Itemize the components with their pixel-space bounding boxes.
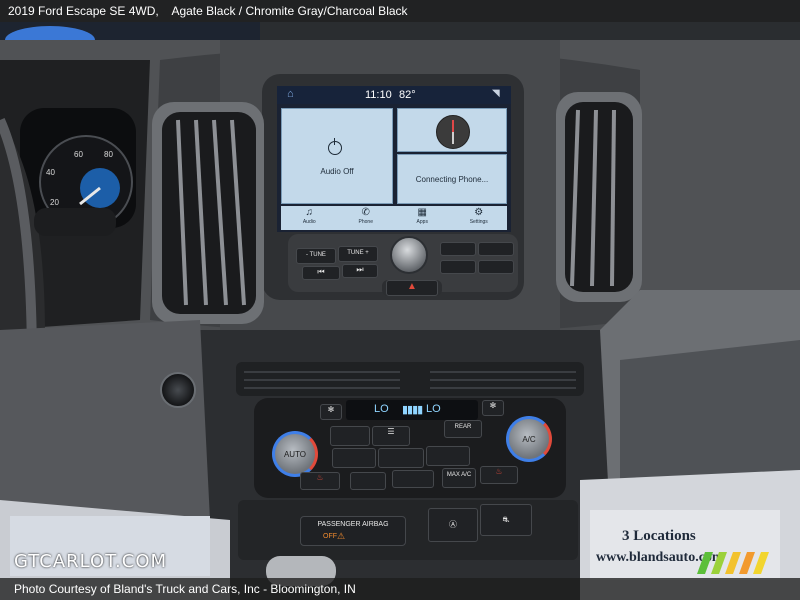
climate-display: LO ▮▮▮▮ LO [346,400,478,420]
rear-defrost-button[interactable]: REAR [444,420,482,438]
screen-status-bar: ⌂ 11:10 82° ◥ [277,86,511,104]
auto-knob-label: AUTO [283,450,307,459]
preset-button[interactable] [478,242,514,256]
auto-start-stop-icon: Ⓐ [449,520,457,529]
heated-seat-right-button[interactable]: ♨ [480,466,518,484]
phone-tile-label: Connecting Phone... [415,175,489,184]
nav-audio-label: Audio [302,219,316,225]
tune-up-label: TUNE + [347,250,369,256]
recirculate-button[interactable] [330,426,370,446]
auto-start-stop-button[interactable]: Ⓐ [428,508,478,542]
fan-icon: ✻ [327,405,335,414]
music-note-icon: ♫ [305,207,314,218]
watermark: GTCARLOT.COM [14,551,168,572]
compass-icon [436,115,470,149]
seek-back-icon: ⏮ [317,267,325,276]
home-icon[interactable]: ⌂ [287,89,297,100]
airbag-label: PASSENGER AIRBAG [317,521,389,528]
hazard-icon: ▲ [407,281,417,292]
mode-button[interactable] [332,448,376,468]
max-ac-label: MAX A/C [446,472,472,478]
nav-phone[interactable]: ✆ Phone [338,206,395,230]
auto-knob[interactable]: AUTO [272,431,318,477]
right-temp-readout: LO [426,403,441,415]
tune-down-button[interactable]: - TUNE [296,248,336,264]
gauge-tick: 80 [104,150,113,159]
compass-tile[interactable] [397,108,507,152]
fan-down-button[interactable]: ✻ [320,404,342,420]
volume-knob[interactable] [390,236,428,274]
nav-settings[interactable]: ⚙ Settings [451,206,508,230]
seek-back-button[interactable]: ⏮ [302,266,340,280]
tune-up-button[interactable]: TUNE + [338,246,378,262]
traction-control-button[interactable]: ⛐ [480,504,532,536]
push-start-button[interactable] [160,372,196,408]
nav-audio[interactable]: ♫ Audio [281,206,338,230]
logo-stripes [697,552,769,574]
mode-button[interactable] [378,448,424,468]
vehicle-colors: Agate Black / Chromite Gray/Charcoal Bla… [171,4,408,18]
max-ac-button[interactable]: MAX A/C [442,468,476,488]
defrost-icon: ☰ [387,427,395,436]
fan-speed-readout: ▮▮▮▮ [402,404,423,416]
hazard-button[interactable]: ▲ [386,280,438,296]
recirculate-toggle[interactable] [350,472,386,490]
apps-grid-icon: ▦ [417,207,427,218]
seek-forward-icon: ⏭ [356,265,364,274]
phone-tile[interactable]: Connecting Phone... [397,154,507,204]
nav-apps[interactable]: ▦ Apps [394,206,451,230]
ac-knob-label: A/C [522,435,536,444]
left-temp-readout: LO [374,403,389,415]
preset-button[interactable] [440,260,476,274]
infotainment-screen[interactable]: ⌂ 11:10 82° ◥ Audio Off Connecting Phone… [277,86,511,232]
airbag-status: OFF [323,533,337,540]
power-icon [328,138,342,155]
nav-apps-label: Apps [416,219,428,225]
fan-up-button[interactable]: ✻ [482,400,504,416]
gauge-tick: 20 [50,198,59,207]
fan-icon: ✻ [489,401,497,410]
preset-button[interactable] [440,242,476,256]
rear-defrost-label: REAR [454,424,472,430]
front-defrost-button[interactable]: ☰ [372,426,410,446]
screen-nav-bar: ♫ Audio ✆ Phone ▦ Apps ⚙ Settings [281,206,507,230]
traction-control-icon: ⛐ [502,515,510,524]
outside-temperature: 82° [399,89,416,101]
gauge-tick: 60 [74,150,83,159]
passenger-airbag-indicator: PASSENGER AIRBAG OFF ⚠ [300,516,406,546]
gauge-tick: 40 [46,168,55,177]
heated-seat-left-button[interactable]: ♨ [300,472,340,490]
seek-forward-button[interactable]: ⏭ [342,264,378,278]
audio-tile-label: Audio Off [320,167,354,176]
audio-tile[interactable]: Audio Off [281,108,393,204]
clock: 11:10 [365,89,392,101]
heated-seat-icon: ♨ [495,467,503,476]
nav-phone-label: Phone [358,219,373,225]
footwell-button[interactable] [392,470,434,488]
heated-seat-icon: ♨ [316,473,324,482]
vehicle-title: 2019 Ford Escape SE 4WD, [8,4,159,18]
gear-icon: ⚙ [474,207,484,218]
network-icon: ◥ [492,88,500,99]
photo-credit: Photo Courtesy of Bland's Truck and Cars… [0,578,800,600]
airbag-icon: ⚠ [337,531,346,541]
ac-knob[interactable]: A/C [506,416,552,462]
tune-down-label: - TUNE [306,252,326,258]
nav-settings-label: Settings [469,219,488,225]
mode-button[interactable] [426,446,470,466]
caption-bar: 2019 Ford Escape SE 4WD, Agate Black / C… [0,0,800,22]
preset-button[interactable] [478,260,514,274]
sign-text: 3 Locations [622,528,696,544]
phone-icon: ✆ [361,207,370,218]
